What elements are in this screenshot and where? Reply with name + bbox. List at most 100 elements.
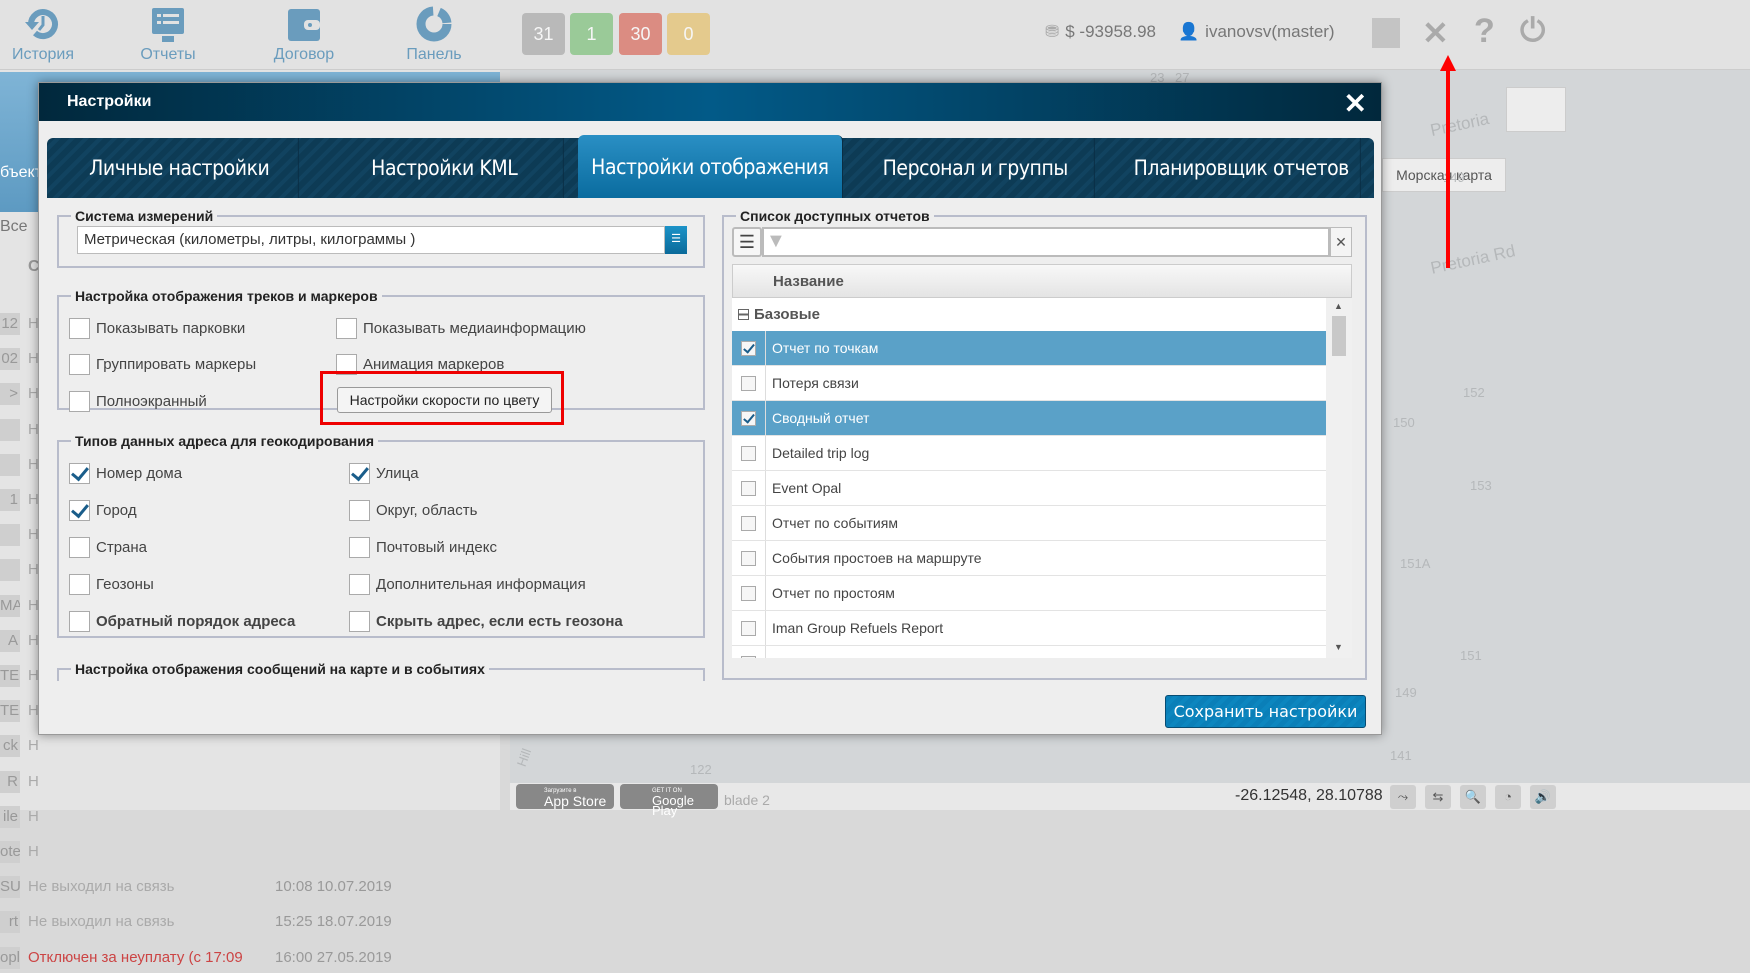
checkbox[interactable] xyxy=(741,375,756,391)
checkbox[interactable] xyxy=(741,480,756,496)
object-row[interactable]: opl Отключен за неуплату (с 17:09 16:00 27… xyxy=(0,946,500,973)
reports-search-input[interactable] xyxy=(762,227,1330,257)
power-icon[interactable]: ⏻ xyxy=(1520,12,1545,50)
geocoding-option-checkbox[interactable]: Номер дома xyxy=(69,463,182,484)
nav-contract[interactable]: Договор xyxy=(244,4,364,64)
language-icon[interactable] xyxy=(1372,18,1400,48)
object-row[interactable]: ote Н xyxy=(0,841,500,867)
report-row[interactable]: Отчет по точкам xyxy=(732,331,1326,366)
report-row[interactable]: Event Opal xyxy=(732,471,1326,506)
reports-list[interactable]: Базовые Отчет по точкам Потеря связи Сводн… xyxy=(732,298,1326,658)
geocoding-option-checkbox[interactable]: Округ, область xyxy=(349,500,477,521)
status-bar: Загрузите в App Store GET IT ON Google Pla… xyxy=(510,783,1750,817)
report-row[interactable]: Iman Group Refuels Report xyxy=(732,611,1326,646)
app-store-badge[interactable]: Загрузите в App Store xyxy=(516,784,614,809)
nav-history[interactable]: История xyxy=(0,4,103,64)
history-icon xyxy=(18,4,68,44)
report-row[interactable]: События простоев на маршруте xyxy=(732,541,1326,576)
nav-reports[interactable]: Отчеты xyxy=(108,4,228,64)
object-row[interactable]: ile Н xyxy=(0,805,500,832)
close-icon[interactable]: ✕ xyxy=(1344,87,1367,120)
report-row[interactable]: Detailed trip log xyxy=(732,436,1326,471)
checkbox[interactable] xyxy=(69,537,90,558)
tab-3[interactable]: Персонал и группы xyxy=(856,138,1096,198)
status-counter[interactable]: 1 xyxy=(570,13,613,55)
object-row[interactable]: SU Не выходил на связь 10:08 10.07.2019 xyxy=(0,876,500,902)
dropdown-icon[interactable]: ☰ xyxy=(665,226,687,254)
clear-search-icon[interactable]: ✕ xyxy=(1330,227,1352,257)
checkbox[interactable] xyxy=(69,391,90,412)
object-row[interactable]: ck Н xyxy=(0,735,500,761)
status-counter[interactable]: 31 xyxy=(522,13,565,55)
checkbox[interactable] xyxy=(69,354,90,375)
tab-0[interactable]: Личные настройки xyxy=(60,138,300,198)
checkbox[interactable] xyxy=(349,574,370,595)
collapse-icon[interactable] xyxy=(738,309,749,320)
sound-icon[interactable]: 🔊 xyxy=(1530,785,1556,809)
checkbox[interactable] xyxy=(741,340,756,356)
tab-2[interactable]: Настройки отображения xyxy=(577,135,844,198)
checkbox[interactable] xyxy=(69,318,90,339)
geocoding-option-checkbox[interactable]: Почтовый индекс xyxy=(349,537,497,558)
checkbox[interactable] xyxy=(349,500,370,521)
nav-dashboard[interactable]: Панель xyxy=(374,4,494,64)
status-counter[interactable]: 0 xyxy=(667,13,710,55)
filter-all[interactable]: Все xyxy=(0,218,28,236)
checkbox[interactable] xyxy=(741,655,756,658)
checkbox[interactable] xyxy=(336,318,357,339)
checkbox[interactable] xyxy=(69,611,90,632)
report-row[interactable] xyxy=(732,646,1326,658)
checkbox[interactable] xyxy=(69,574,90,595)
checkbox[interactable] xyxy=(349,537,370,558)
group-basic[interactable]: Базовые xyxy=(738,306,820,323)
layers-icon[interactable] xyxy=(1506,87,1566,132)
track-option-checkbox[interactable]: Полноэкранный xyxy=(69,391,207,412)
geocoding-option-checkbox[interactable]: Город xyxy=(69,500,137,521)
checkbox[interactable] xyxy=(741,445,756,461)
save-settings-button[interactable]: Сохранить настройки xyxy=(1165,695,1366,728)
scrollbar-thumb[interactable] xyxy=(1332,316,1346,356)
track-icon[interactable]: ⇆ xyxy=(1425,785,1451,809)
geocoding-option-checkbox[interactable]: Геозоны xyxy=(69,574,154,595)
checkbox[interactable] xyxy=(741,550,756,566)
checkbox[interactable] xyxy=(741,515,756,531)
geocoding-option-checkbox[interactable]: Страна xyxy=(69,537,147,558)
checkbox[interactable] xyxy=(69,463,90,484)
checkbox[interactable] xyxy=(349,611,370,632)
track-option-checkbox[interactable]: Группировать маркеры xyxy=(69,354,256,375)
rss-icon[interactable]: ◔ xyxy=(1495,785,1521,809)
geocoding-option-checkbox[interactable]: Скрыть адрес, если есть геозона xyxy=(349,611,623,632)
user-info[interactable]: 👤 ivanovsv(master) xyxy=(1178,22,1335,42)
checkbox[interactable] xyxy=(741,620,756,636)
geocoding-option-checkbox[interactable]: Обратный порядок адреса xyxy=(69,611,295,632)
checkbox[interactable] xyxy=(69,500,90,521)
scrollbar[interactable]: ▲ ▼ xyxy=(1326,298,1352,658)
checkbox[interactable] xyxy=(741,410,756,426)
scroll-up-icon[interactable]: ▲ xyxy=(1334,301,1343,311)
status-counter[interactable]: 30 xyxy=(619,13,662,55)
balance: ⛃ $ -93958.98 xyxy=(1045,22,1156,41)
reports-column-header[interactable]: Название xyxy=(732,264,1352,298)
google-play-badge[interactable]: GET IT ON Google Play xyxy=(620,784,718,817)
help-icon[interactable]: ? xyxy=(1474,12,1495,51)
geocoding-option-checkbox[interactable]: Дополнительная информация xyxy=(349,574,586,595)
object-row[interactable]: rt Не выходил на связь 15:25 18.07.2019 xyxy=(0,911,500,937)
report-row[interactable]: Сводный отчет xyxy=(732,401,1326,436)
track-option-checkbox[interactable]: Показывать парковки xyxy=(69,318,245,339)
route-icon[interactable]: ⤳ xyxy=(1390,785,1416,809)
tab-1[interactable]: Настройки KML xyxy=(326,138,565,198)
search-icon[interactable]: 🔍 xyxy=(1460,785,1486,809)
tab-4[interactable]: Планировщик отчетов xyxy=(1122,138,1361,198)
report-row[interactable]: Потеря связи xyxy=(732,366,1326,401)
report-row[interactable]: Отчет по простоям xyxy=(732,576,1326,611)
geocoding-option-checkbox[interactable]: Улица xyxy=(349,463,419,484)
checkbox[interactable] xyxy=(349,463,370,484)
track-option-checkbox[interactable]: Показывать медиаинформацию xyxy=(336,318,586,339)
tools-icon[interactable]: ✕ xyxy=(1422,14,1449,52)
report-row[interactable]: Отчет по событиям xyxy=(732,506,1326,541)
units-select[interactable]: Метрическая (километры, литры, килограмм… xyxy=(77,226,665,254)
list-view-icon[interactable]: ☰ xyxy=(732,227,762,257)
scroll-down-icon[interactable]: ▼ xyxy=(1334,642,1343,652)
checkbox[interactable] xyxy=(741,585,756,601)
object-row[interactable]: RН xyxy=(0,770,500,797)
